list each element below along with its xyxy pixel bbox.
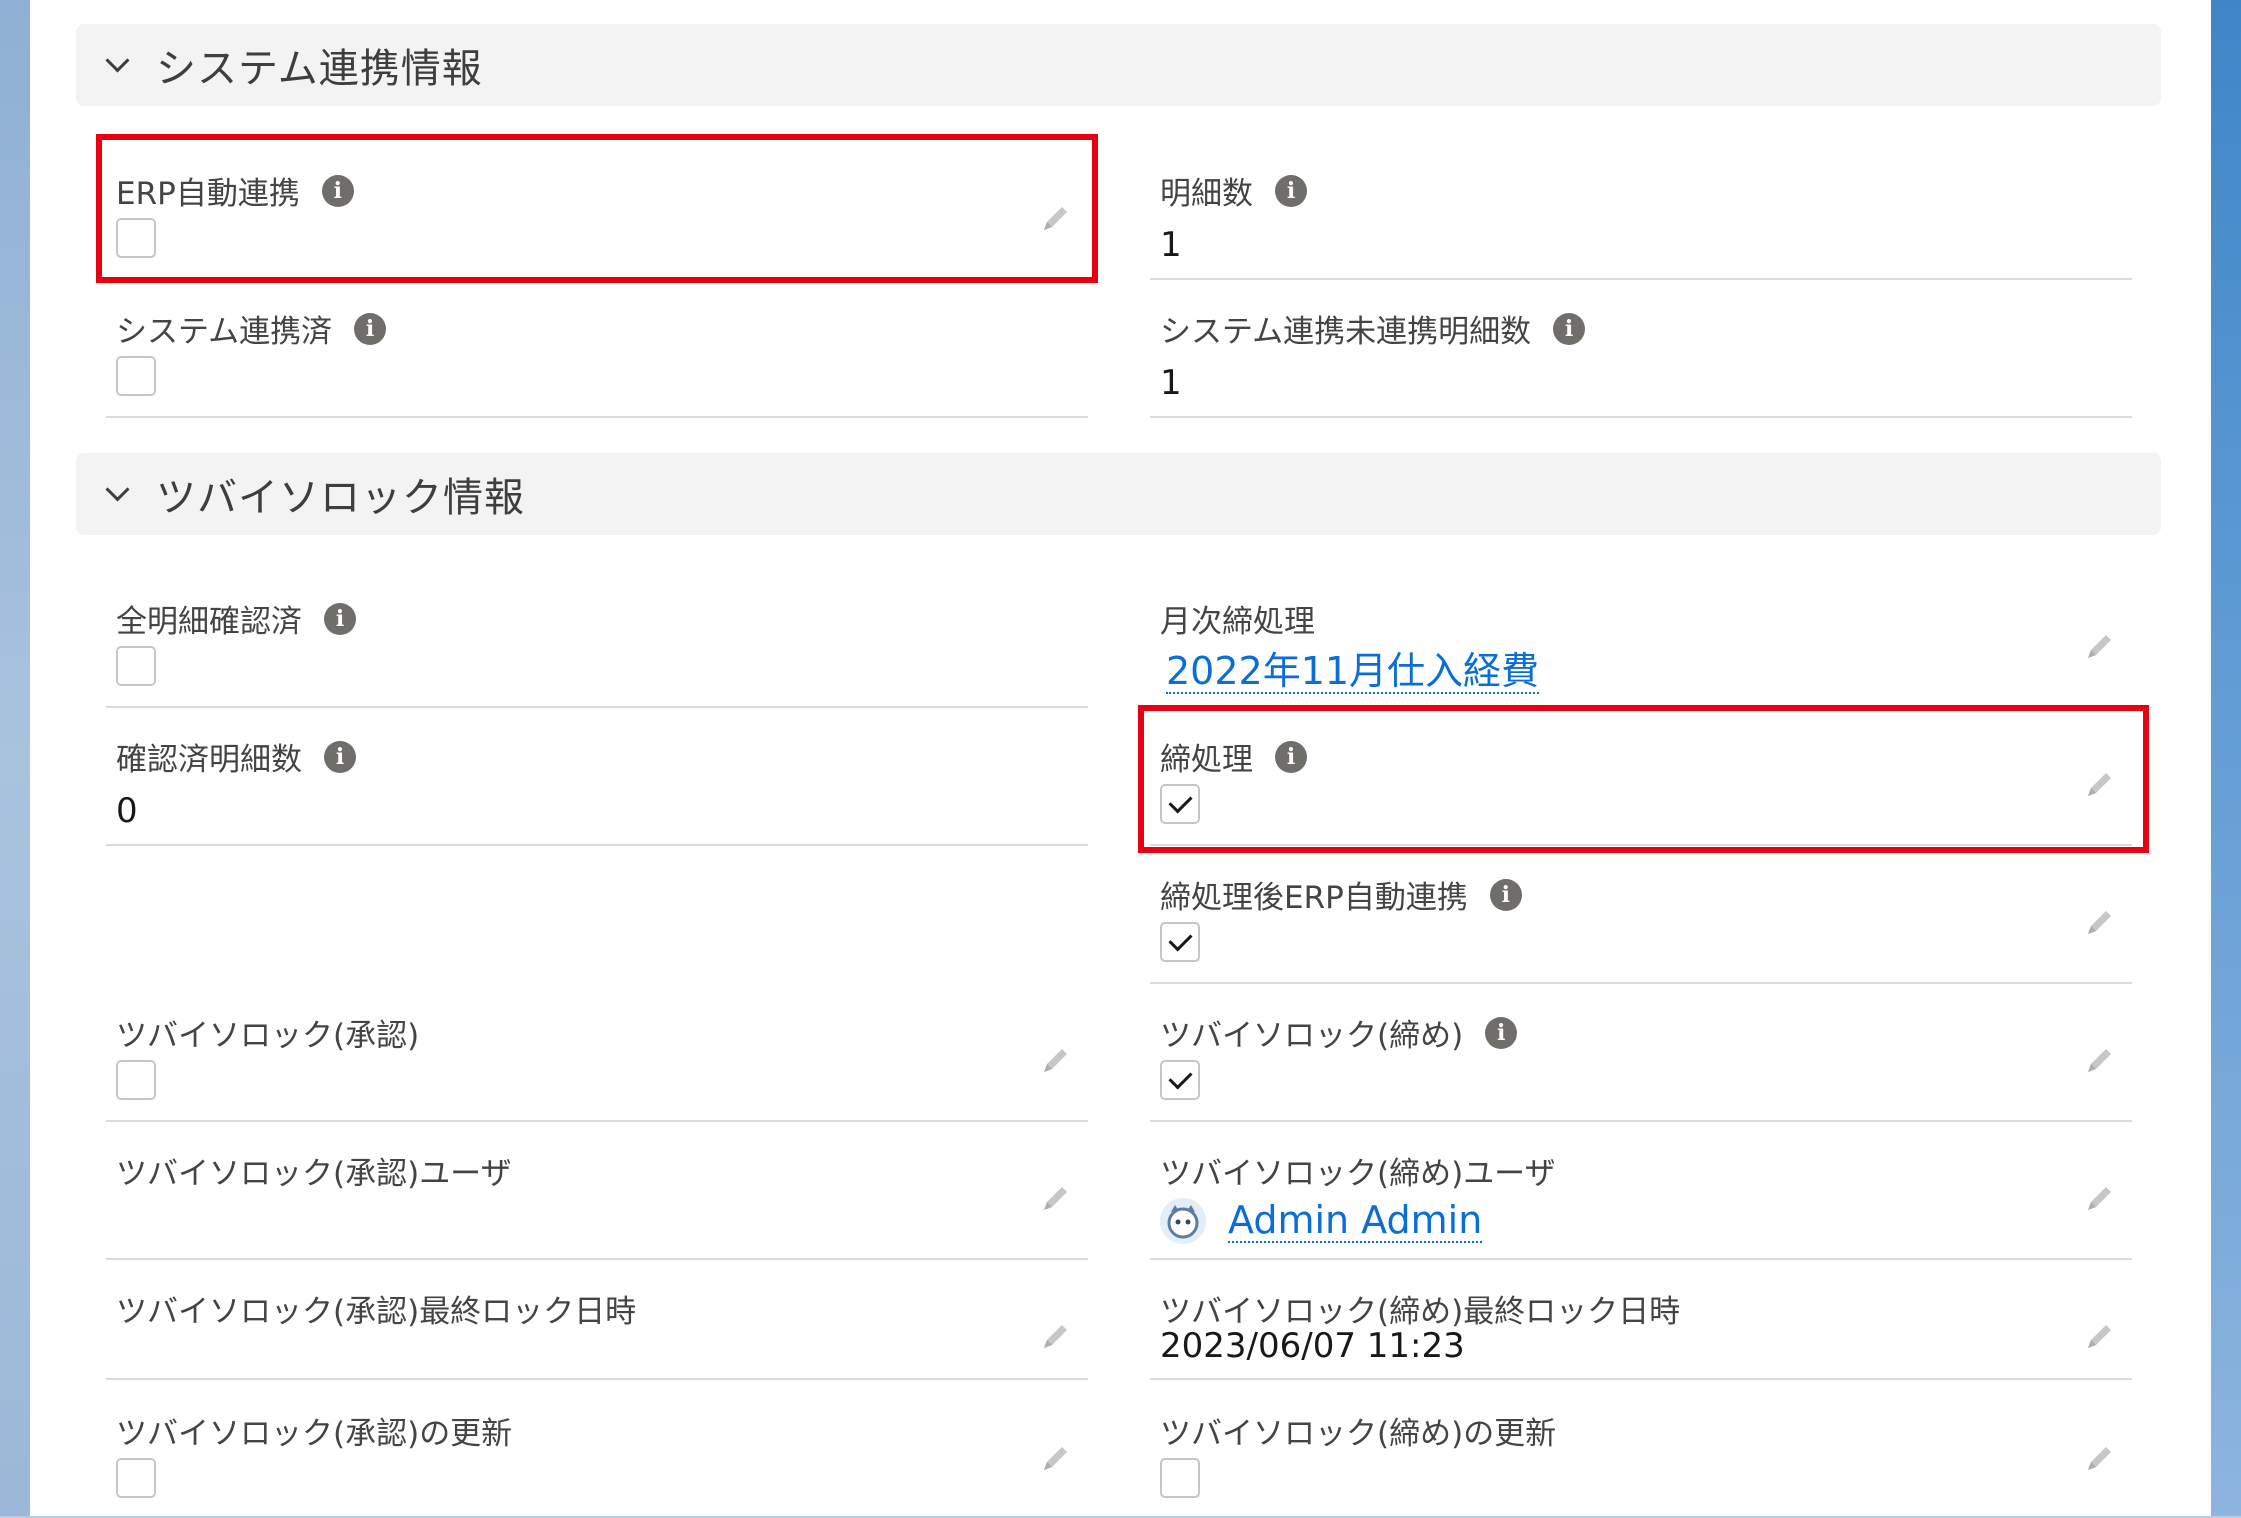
field-lock-approval-user: ツバイソロック(承認)ユーザ — [106, 1120, 1088, 1260]
monthly-close-link[interactable]: 2022年11月仕入経費 — [1166, 650, 1540, 694]
field-value: 0 — [116, 791, 138, 831]
field-label: 明細数 — [1160, 176, 1253, 212]
pencil-icon[interactable] — [2082, 1318, 2118, 1354]
field-unlinked-line-count: システム連携未連携明細数 i 1 — [1150, 278, 2132, 418]
field-monthly-close: 月次締処理 2022年11月仕入経費 — [1150, 568, 2132, 708]
field-label: ツバイソロック(承認) — [116, 1018, 420, 1054]
field-label: ツバイソロック(締め)最終ロック日時 — [1160, 1294, 1681, 1330]
info-icon[interactable]: i — [1275, 174, 1307, 207]
field-label: システム連携未連携明細数 — [1160, 314, 1532, 350]
field-line-count: 明細数 i 1 — [1150, 140, 2132, 280]
background-right — [2211, 0, 2241, 1516]
chevron-down-icon[interactable] — [106, 54, 128, 76]
field-lock-approval-last: ツバイソロック(承認)最終ロック日時 — [106, 1258, 1088, 1380]
background-left — [0, 0, 30, 1516]
highlight-box-close-process — [1138, 705, 2149, 853]
chevron-down-icon[interactable] — [106, 483, 128, 505]
lock-close-update-checkbox[interactable] — [1160, 1458, 1200, 1498]
lock-approval-checkbox[interactable] — [116, 1060, 156, 1100]
info-icon[interactable]: i — [324, 602, 356, 635]
pencil-icon[interactable] — [2082, 1440, 2118, 1476]
pencil-icon[interactable] — [2082, 628, 2118, 664]
post-close-erp-checkbox[interactable] — [1160, 922, 1200, 962]
pencil-icon[interactable] — [2082, 904, 2118, 940]
all-lines-confirmed-checkbox — [116, 646, 156, 686]
field-lock-close: ツバイソロック(締め) i — [1150, 982, 2132, 1122]
field-label: ツバイソロック(締め)の更新 — [1160, 1416, 1557, 1452]
field-value: 1 — [1160, 363, 1182, 403]
field-label: システム連携済 — [116, 314, 333, 350]
info-icon[interactable]: i — [1553, 312, 1586, 345]
section-title: ツバイソロック情報 — [156, 475, 525, 521]
field-label: ツバイソロック(承認)最終ロック日時 — [116, 1294, 637, 1330]
field-lock-close-last: ツバイソロック(締め)最終ロック日時 2023/06/07 11:23 — [1150, 1258, 2132, 1380]
user-link[interactable]: Admin Admin — [1228, 1199, 1483, 1243]
pencil-icon[interactable] — [2082, 1042, 2118, 1078]
field-label: 全明細確認済 — [116, 604, 302, 640]
pencil-icon[interactable] — [1038, 1042, 1074, 1078]
field-label: 確認済明細数 — [116, 742, 302, 778]
system-linked-checkbox — [116, 356, 156, 396]
field-label: ツバイソロック(締め)ユーザ — [1160, 1156, 1556, 1192]
field-label: 月次締処理 — [1160, 604, 1315, 640]
section-header-system[interactable]: システム連携情報 — [76, 24, 2161, 106]
field-label: ツバイソロック(承認)の更新 — [116, 1416, 513, 1452]
field-value: 2023/06/07 11:23 — [1160, 1326, 1465, 1366]
field-lock-close-update: ツバイソロック(締め)の更新 — [1150, 1380, 2132, 1518]
field-confirmed-line-count: 確認済明細数 i 0 — [106, 706, 1088, 846]
field-lock-close-user: ツバイソロック(締め)ユーザ Admin Admin — [1150, 1120, 2132, 1260]
section-title: システム連携情報 — [156, 46, 483, 92]
lock-close-checkbox[interactable] — [1160, 1060, 1200, 1100]
lock-approval-update-checkbox[interactable] — [116, 1458, 156, 1498]
info-icon[interactable]: i — [1485, 1016, 1518, 1049]
field-value: 1 — [1160, 225, 1182, 265]
field-all-lines-confirmed: 全明細確認済 i — [106, 568, 1088, 708]
pencil-icon[interactable] — [2082, 1180, 2118, 1216]
pencil-icon[interactable] — [1038, 1180, 1074, 1216]
pencil-icon[interactable] — [1038, 1318, 1074, 1354]
pencil-icon[interactable] — [1038, 1440, 1074, 1476]
user-avatar — [1160, 1198, 1206, 1244]
section-header-lock[interactable]: ツバイソロック情報 — [76, 453, 2161, 535]
highlight-box-erp-auto — [96, 134, 1098, 283]
field-post-close-erp: 締処理後ERP自動連携 i — [1150, 844, 2132, 984]
info-icon[interactable]: i — [324, 740, 356, 773]
field-label: ツバイソロック(承認)ユーザ — [116, 1156, 512, 1192]
field-label: ツバイソロック(締め) — [1160, 1018, 1464, 1054]
field-lock-approval-update: ツバイソロック(承認)の更新 — [106, 1380, 1088, 1518]
field-label: 締処理後ERP自動連携 — [1160, 880, 1468, 916]
info-icon[interactable]: i — [1489, 878, 1522, 911]
info-icon[interactable]: i — [354, 312, 387, 345]
field-system-linked: システム連携済 i — [106, 278, 1088, 418]
field-lock-approval: ツバイソロック(承認) — [106, 982, 1088, 1122]
